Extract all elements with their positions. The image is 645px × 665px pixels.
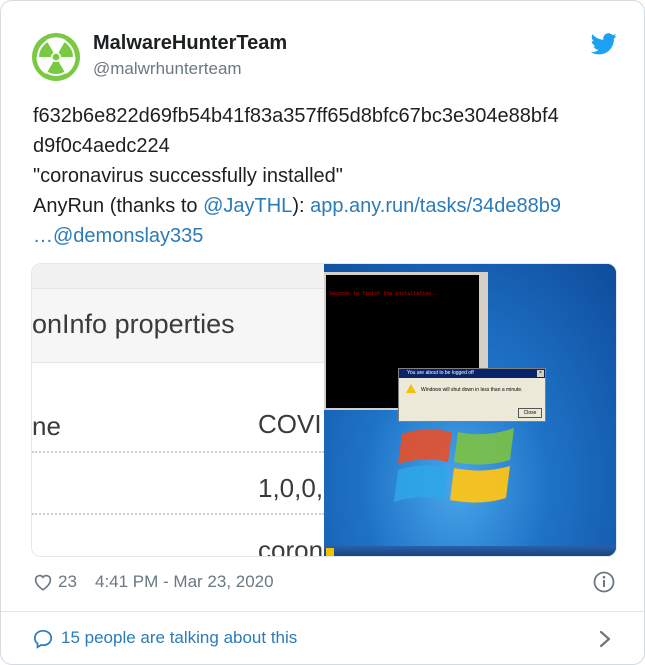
dotted-divider <box>32 451 324 453</box>
heart-icon[interactable] <box>33 573 53 591</box>
properties-value-1: COVI <box>258 409 322 439</box>
properties-header: onInfo properties <box>32 289 324 363</box>
info-icon[interactable] <box>593 571 615 593</box>
anyrun-mid: ): <box>292 195 311 217</box>
start-icon <box>326 548 334 556</box>
properties-panel: onInfo properties ne COVI 1,0,0, coron <box>32 288 324 557</box>
desktop-screenshot[interactable]: Seconds to finish the installation.. You… <box>324 264 616 556</box>
properties-row-label: ne <box>32 411 61 441</box>
mention-demonslay[interactable]: …@demonslay335 <box>33 221 618 251</box>
warning-icon <box>406 384 416 393</box>
properties-title: onInfo properties <box>32 309 235 339</box>
tweet-card: MalwareHunterTeam @malwrhunterteam f632b… <box>0 0 645 665</box>
media-attachments[interactable]: onInfo properties ne COVI 1,0,0, coron S… <box>31 263 617 557</box>
avatar[interactable] <box>32 33 80 81</box>
console-text: Seconds to finish the installation.. <box>329 291 438 297</box>
properties-value-3: coron <box>258 535 324 557</box>
author-handle[interactable]: @malwrhunterteam <box>93 59 242 79</box>
anyrun-prefix: AnyRun (thanks to <box>33 195 204 217</box>
hash-line-1: f632b6e822d69fb54b41f83a357ff65d8bfc67bc… <box>33 105 559 127</box>
like-count[interactable]: 23 <box>58 572 77 592</box>
quote-line: "coronavirus successfully installed" <box>33 165 343 187</box>
radioactive-icon <box>32 33 80 81</box>
properties-screenshot[interactable]: onInfo properties ne COVI 1,0,0, coron <box>32 264 324 557</box>
footer-divider <box>1 611 644 612</box>
dialog-titlebar: You are about to be logged off × <box>399 369 545 378</box>
timestamp[interactable]: 4:41 PM - Mar 23, 2020 <box>95 572 274 592</box>
speech-bubble-icon <box>33 629 53 649</box>
tweet-text: f632b6e822d69fb54b41f83a357ff65d8bfc67bc… <box>33 101 618 251</box>
hash-line-2: d9f0c4aedc224 <box>33 135 170 157</box>
dialog-title: You are about to be logged off <box>407 370 474 376</box>
logoff-dialog: You are about to be logged off × Windows… <box>398 368 546 422</box>
twitter-bird-icon[interactable] <box>591 33 617 55</box>
properties-value-2: 1,0,0, <box>258 473 324 503</box>
dialog-message: Windows will shut down in less than a mi… <box>421 387 523 393</box>
anyrun-line: AnyRun (thanks to @JayTHL): app.any.run/… <box>33 191 618 221</box>
dialog-close-button: Close <box>518 408 542 418</box>
mention-jaythl[interactable]: @JayTHL <box>203 195 292 217</box>
close-icon: × <box>537 370 544 377</box>
anyrun-link[interactable]: app.any.run/tasks/34de88b9 <box>310 195 561 217</box>
talking-text[interactable]: 15 people are talking about this <box>61 628 297 648</box>
author-name[interactable]: MalwareHunterTeam <box>93 32 287 55</box>
taskbar <box>324 546 616 556</box>
dotted-divider <box>32 513 324 515</box>
chevron-right-icon[interactable] <box>598 629 612 649</box>
